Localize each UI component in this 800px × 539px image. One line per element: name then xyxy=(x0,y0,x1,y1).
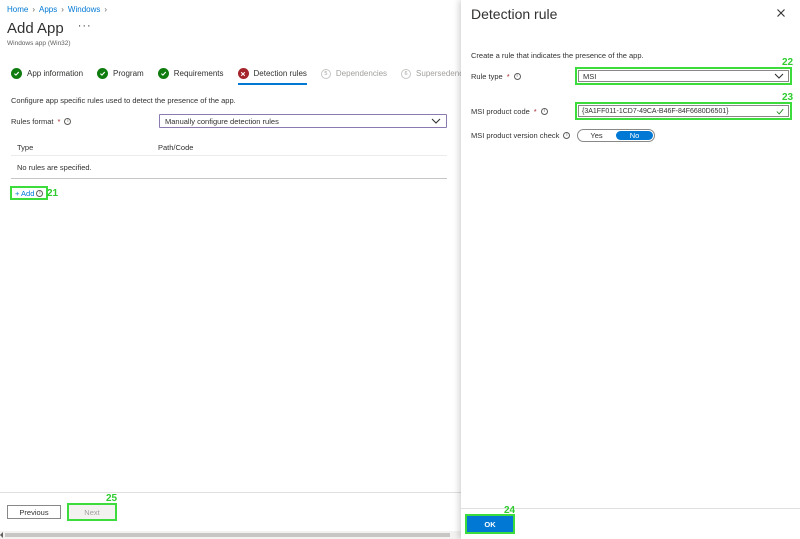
page-title-text: Add App xyxy=(7,20,64,37)
rule-type-label: Rule type * i xyxy=(471,72,521,81)
scrollbar-thumb[interactable] xyxy=(5,533,450,537)
horizontal-scrollbar[interactable] xyxy=(0,531,461,539)
step-number-icon: 6 xyxy=(401,68,412,79)
detection-rule-panel: Detection rule Create a rule that indica… xyxy=(461,0,800,539)
tab-dependencies[interactable]: 5 Dependencies xyxy=(320,68,388,85)
step-label: Dependencies xyxy=(335,69,388,78)
footer-divider xyxy=(0,492,461,493)
error-x-icon xyxy=(237,68,249,79)
product-code-label-text: MSI product code xyxy=(471,107,530,116)
product-code-value: {3A1FF011-1CD7-49CA-B46F-84F6680D6501} xyxy=(582,107,729,115)
column-header-type: Type xyxy=(17,143,34,152)
version-check-toggle[interactable]: Yes No xyxy=(577,129,655,142)
toggle-yes[interactable]: Yes xyxy=(578,130,615,141)
breadcrumb: Home › Apps › Windows › xyxy=(7,5,107,14)
tab-app-information[interactable]: App information xyxy=(11,68,83,85)
rules-format-label: Rules format * i xyxy=(11,117,72,126)
ok-button[interactable]: OK xyxy=(465,514,515,534)
rules-format-dropdown[interactable]: Manually configure detection rules xyxy=(159,114,447,128)
next-button[interactable]: Next xyxy=(67,503,117,521)
detection-description: Configure app specific rules used to det… xyxy=(11,96,236,105)
table-empty-row: No rules are specified. xyxy=(11,157,447,179)
tab-program[interactable]: Program xyxy=(97,68,144,85)
product-code-label: MSI product code * i xyxy=(471,107,548,116)
wizard-steps: App information Program Requirements Det… xyxy=(11,68,482,85)
version-check-label-text: MSI product version check xyxy=(471,131,560,140)
rules-table-header: Type Path/Code xyxy=(11,140,447,156)
previous-button[interactable]: Previous xyxy=(7,505,61,519)
checkmark-icon xyxy=(11,68,22,79)
panel-description: Create a rule that indicates the presenc… xyxy=(471,51,644,60)
close-icon[interactable] xyxy=(776,8,786,18)
info-icon[interactable]: i xyxy=(64,118,72,125)
checkmark-icon xyxy=(97,68,109,79)
tab-supersedence[interactable]: 6 Supersedence xyxy=(401,68,468,85)
tab-detection-rules[interactable]: Detection rules xyxy=(237,68,308,85)
step-label: Program xyxy=(113,69,144,78)
more-options-icon[interactable]: ··· xyxy=(78,20,92,32)
rule-type-dropdown[interactable]: MSI xyxy=(575,67,792,85)
chevron-right-icon: › xyxy=(104,5,108,14)
product-code-input[interactable]: {3A1FF011-1CD7-49CA-B46F-84F6680D6501} xyxy=(575,102,792,120)
info-icon: i xyxy=(36,189,44,197)
required-asterisk: * xyxy=(57,117,61,126)
toggle-no[interactable]: No xyxy=(616,131,653,140)
step-label: Supersedence xyxy=(416,69,468,78)
chevron-right-icon: › xyxy=(61,5,64,14)
chevron-down-icon xyxy=(774,73,784,79)
info-icon[interactable]: i xyxy=(563,132,571,139)
rules-format-value: Manually configure detection rules xyxy=(165,116,279,126)
rule-type-value: MSI xyxy=(583,71,597,81)
dropdown-border xyxy=(578,70,789,82)
step-label: Requirements xyxy=(173,69,224,78)
step-number-icon: 5 xyxy=(320,68,331,79)
breadcrumb-apps[interactable]: Apps xyxy=(39,5,57,14)
breadcrumb-home[interactable]: Home xyxy=(7,5,28,14)
page-title: Add App ··· xyxy=(7,20,92,38)
main-area: Home › Apps › Windows › Add App ··· Wind… xyxy=(0,0,468,539)
scroll-left-icon[interactable] xyxy=(0,532,3,538)
column-header-path-code: Path/Code xyxy=(158,143,194,152)
chevron-right-icon: › xyxy=(32,5,36,14)
add-rule-button[interactable]: + Add i xyxy=(10,186,49,200)
panel-title: Detection rule xyxy=(471,6,558,22)
annotation-badge-add: 21 xyxy=(47,188,59,199)
rule-type-label-text: Rule type xyxy=(471,72,503,81)
version-check-label: MSI product version check i xyxy=(471,131,571,140)
page-subtitle: Windows app (Win32) xyxy=(7,40,71,47)
checkmark-icon xyxy=(157,68,169,79)
required-asterisk: * xyxy=(506,72,510,81)
step-label: App information xyxy=(27,69,84,78)
rules-format-label-text: Rules format xyxy=(11,117,54,126)
required-asterisk: * xyxy=(533,107,537,116)
tab-requirements[interactable]: Requirements xyxy=(157,68,224,85)
breadcrumb-windows[interactable]: Windows xyxy=(68,5,100,14)
checkmark-icon xyxy=(776,108,784,115)
info-icon[interactable]: i xyxy=(513,73,521,80)
step-label: Detection rules xyxy=(253,69,307,78)
add-rule-label: + Add xyxy=(15,188,35,198)
chevron-down-icon xyxy=(431,118,441,124)
info-icon[interactable]: i xyxy=(540,108,548,115)
